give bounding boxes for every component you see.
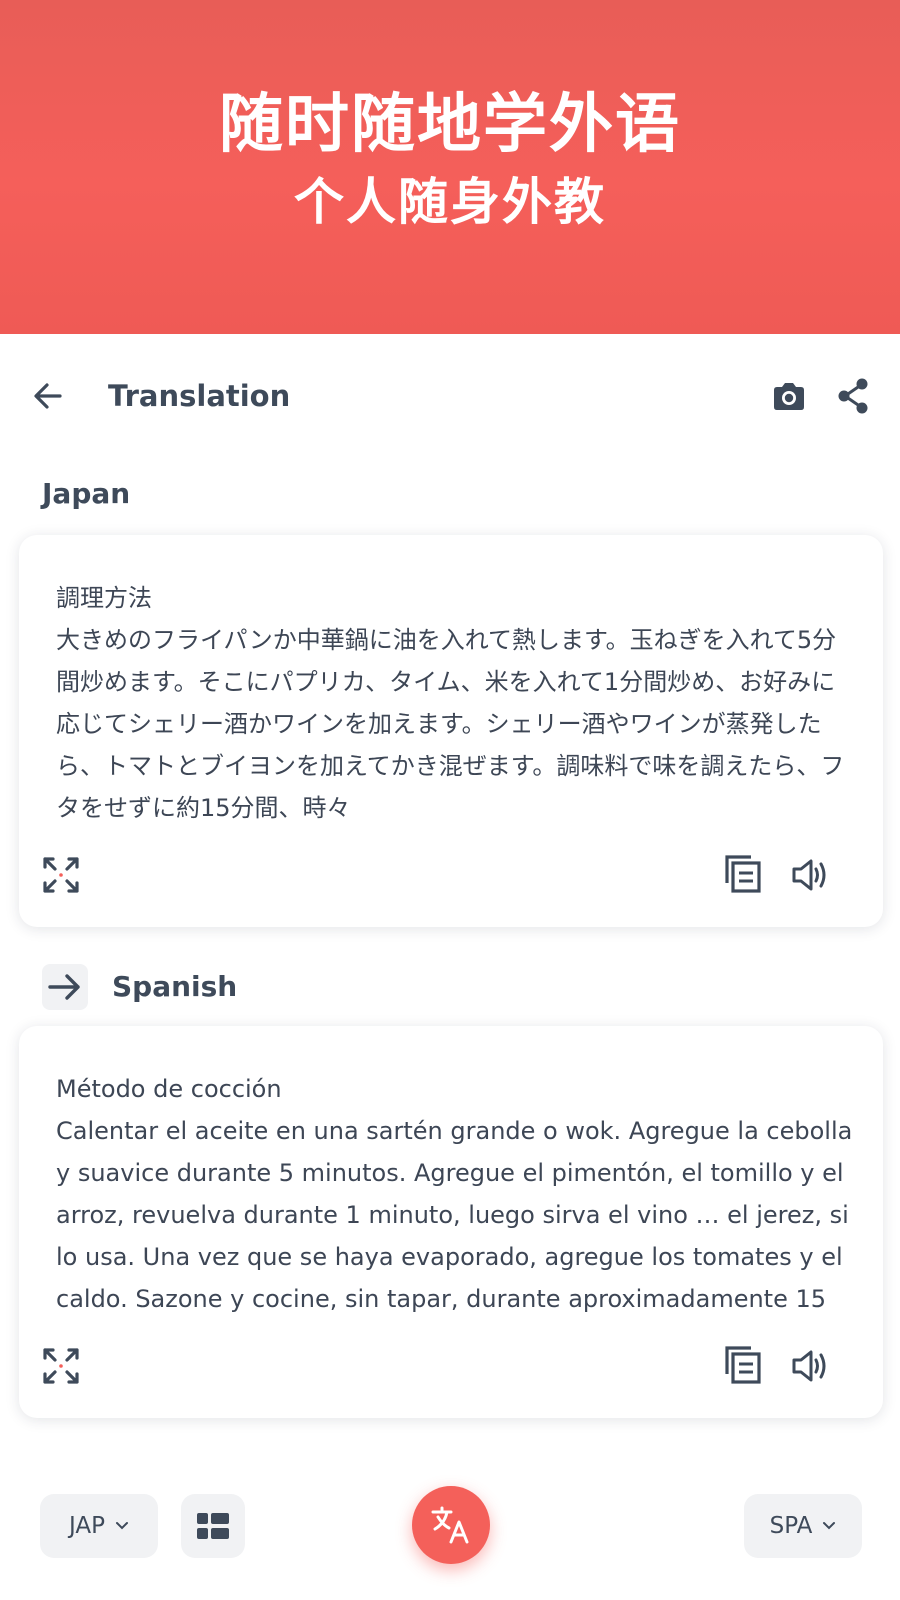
layout-toggle-button[interactable] [181,1494,245,1558]
arrow-left-icon [34,383,62,409]
speak-button[interactable] [789,1346,833,1386]
copy-icon [725,855,761,893]
page-title: Translation [108,379,291,413]
source-heading: 調理方法 [56,584,152,612]
arrow-right-icon [48,974,80,1000]
back-button[interactable] [28,376,68,416]
translate-icon [431,1506,469,1544]
share-button[interactable] [834,376,872,416]
speaker-icon [792,1350,826,1382]
grid-icon [197,1513,229,1539]
banner-subtitle: 个人随身外教 [294,173,606,231]
source-language-select[interactable]: JAP [40,1494,158,1558]
target-language-select[interactable]: SPA [744,1494,862,1558]
copy-button[interactable] [721,851,765,895]
source-text: 調理方法 大きめのフライパンか中華鍋に油を入れて熱します。玉ねぎを入れて5分間炒… [56,577,856,827]
share-icon [838,378,868,414]
target-language-code: SPA [769,1513,813,1539]
copy-icon [725,1346,761,1384]
target-text-card: Método de cocción Calentar el aceite en … [19,1026,883,1418]
chevron-down-icon [823,1522,836,1530]
camera-icon [774,383,804,410]
camera-button[interactable] [770,378,808,416]
banner-title: 随时随地学外语 [219,88,681,162]
target-body: Calentar el aceite en una sartén grande … [56,1117,853,1313]
source-language-label: Japan [42,477,131,510]
promo-banner: 随时随地学外语 个人随身外教 [0,0,900,334]
expand-icon [43,857,79,893]
source-text-card: 調理方法 大きめのフライパンか中華鍋に油を入れて熱します。玉ねぎを入れて5分間炒… [19,535,883,927]
speak-button[interactable] [789,855,833,895]
source-body: 大きめのフライパンか中華鍋に油を入れて熱します。玉ねぎを入れて5分間炒めます。そ… [56,626,845,822]
copy-button[interactable] [721,1342,765,1386]
target-text: Método de cocción Calentar el aceite en … [56,1068,856,1318]
target-heading: Método de cocción [56,1075,282,1103]
speaker-icon [792,859,826,891]
top-app-bar: Translation [0,334,900,462]
expand-button[interactable] [41,1346,81,1386]
target-language-label: Spanish [112,970,238,1003]
chevron-down-icon [115,1522,128,1530]
expand-icon [43,1348,79,1384]
expand-button[interactable] [41,855,81,895]
source-language-code: JAP [69,1513,105,1539]
bottom-bar: JAP SPA [0,1470,900,1600]
translate-button[interactable] [412,1486,490,1564]
translate-direction-chip [42,964,88,1010]
